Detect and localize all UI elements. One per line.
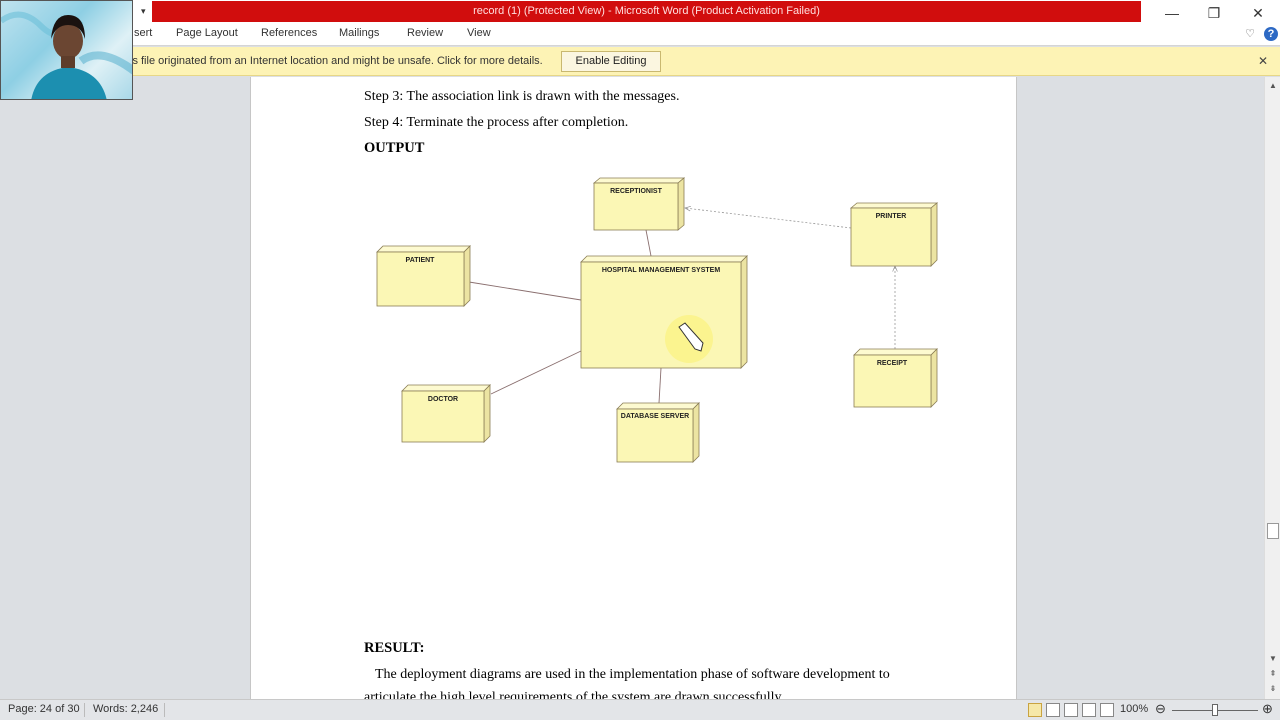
zoom-in-icon[interactable]: ⊕ <box>1262 701 1273 717</box>
title-bar: ▾ record (1) (Protected View) - Microsof… <box>0 0 1280 24</box>
tab-page-layout[interactable]: Page Layout <box>176 27 238 39</box>
restore-button[interactable]: ❐ <box>1192 0 1236 26</box>
pen-cursor-icon <box>665 315 713 363</box>
node-patient[interactable]: PATIENT <box>376 245 471 307</box>
enable-editing-button[interactable]: Enable Editing <box>561 51 661 72</box>
next-page-icon[interactable]: ⇟ <box>1265 682 1280 696</box>
document-area[interactable]: Step 3: The association link is drawn wi… <box>0 77 1264 699</box>
link-doctor-hms <box>490 350 582 395</box>
node-database-label: DATABASE SERVER <box>621 413 689 420</box>
deployment-diagram[interactable]: RECEPTIONIST PRINTER PATIENT HOSPITAL MA… <box>251 77 1018 497</box>
tab-references[interactable]: References <box>261 27 317 39</box>
node-doctor[interactable]: DOCTOR <box>401 384 491 443</box>
status-bar: Page: 24 of 30 Words: 2,246 100% ⊖ ⊕ <box>0 699 1280 720</box>
previous-page-icon[interactable]: ⇞ <box>1265 667 1280 681</box>
tab-insert[interactable]: sert <box>134 27 152 39</box>
node-receipt[interactable]: RECEIPT <box>853 348 938 408</box>
zoom-slider-thumb[interactable] <box>1212 704 1218 716</box>
message-bar-close-icon[interactable]: ✕ <box>1258 54 1268 68</box>
outline-view-button[interactable] <box>1082 703 1096 717</box>
presenter-video <box>1 11 132 99</box>
node-hospital-management-system[interactable]: HOSPITAL MANAGEMENT SYSTEM <box>580 255 748 369</box>
node-receptionist-label: RECEPTIONIST <box>610 188 662 195</box>
result-text: The deployment diagrams are used in the … <box>375 667 890 682</box>
node-hms-label: HOSPITAL MANAGEMENT SYSTEM <box>602 267 721 274</box>
web-layout-view-button[interactable] <box>1064 703 1078 717</box>
result-heading: RESULT: <box>364 640 425 656</box>
webcam-overlay <box>0 0 133 100</box>
ribbon-tabs: sert Page Layout References Mailings Rev… <box>0 24 1280 46</box>
status-divider <box>164 703 165 717</box>
link-receptionist-hms <box>645 229 652 257</box>
link-patient-hms <box>468 281 582 301</box>
node-receptionist[interactable]: RECEPTIONIST <box>592 177 686 231</box>
word-count[interactable]: Words: 2,246 <box>93 703 158 715</box>
tab-mailings[interactable]: Mailings <box>339 27 379 39</box>
draft-view-button[interactable] <box>1100 703 1114 717</box>
close-button[interactable]: ✕ <box>1236 0 1280 26</box>
window-title: record (1) (Protected View) - Microsoft … <box>152 1 1141 22</box>
node-doctor-label: DOCTOR <box>428 396 458 403</box>
tab-review[interactable]: Review <box>407 27 443 39</box>
link-printer-receptionist <box>685 208 852 229</box>
page-count[interactable]: Page: 24 of 30 <box>8 703 80 715</box>
scroll-up-icon[interactable]: ▲ <box>1265 79 1280 93</box>
help-icon[interactable]: ? <box>1264 27 1278 41</box>
full-screen-reading-view-button[interactable] <box>1046 703 1060 717</box>
protected-view-bar: is file originated from an Internet loca… <box>0 47 1280 76</box>
document-page[interactable]: Step 3: The association link is drawn wi… <box>250 77 1017 699</box>
node-receipt-label: RECEIPT <box>877 360 908 367</box>
protected-view-message[interactable]: is file originated from an Internet loca… <box>130 55 543 67</box>
node-database-server[interactable]: DATABASE SERVER <box>616 402 700 463</box>
vertical-scrollbar[interactable]: ▲ ▼ ⇞ ⇟ <box>1264 77 1280 699</box>
scroll-down-icon[interactable]: ▼ <box>1265 652 1280 666</box>
node-printer[interactable]: PRINTER <box>849 202 939 267</box>
node-patient-label: PATIENT <box>406 257 436 264</box>
zoom-level[interactable]: 100% <box>1120 703 1148 715</box>
link-database-hms <box>658 367 662 404</box>
result-text-continued: articulate the high level requirements o… <box>364 690 785 699</box>
zoom-out-icon[interactable]: ⊖ <box>1155 701 1166 717</box>
minimize-button[interactable]: — <box>1150 0 1194 26</box>
print-layout-view-button[interactable] <box>1028 703 1042 717</box>
node-printer-label: PRINTER <box>876 213 907 220</box>
scroll-thumb[interactable] <box>1267 523 1279 539</box>
expand-ribbon-icon[interactable]: ♡ <box>1243 27 1257 41</box>
quick-access-dropdown-icon[interactable]: ▾ <box>141 4 152 18</box>
tab-view[interactable]: View <box>467 27 491 39</box>
status-divider <box>84 703 85 717</box>
